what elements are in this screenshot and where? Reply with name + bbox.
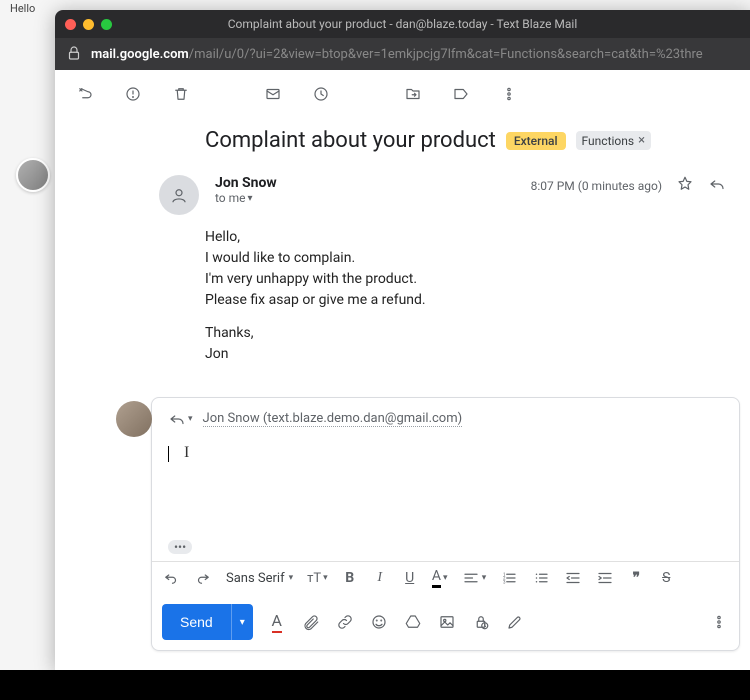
gmail-content-area: Complaint about your product External Fu… (55, 70, 750, 670)
back-icon[interactable] (75, 84, 95, 104)
delete-icon[interactable] (171, 84, 191, 104)
browser-window: Complaint about your product - dan@blaze… (55, 10, 750, 670)
reply-compose-box: ▾ Jon Snow (text.blaze.demo.dan@gmail.co… (151, 397, 740, 651)
url-text: mail.google.com/mail/u/0/?ui=2&view=btop… (91, 47, 703, 62)
category-badge[interactable]: Functions × (576, 131, 652, 150)
more-options-icon[interactable] (709, 613, 729, 631)
font-family-dropdown[interactable]: Sans Serif ▾ (226, 571, 293, 586)
body-line: I would like to complain. (205, 248, 726, 269)
send-button-label: Send (162, 614, 231, 630)
reply-header: ▾ Jon Snow (text.blaze.demo.dan@gmail.co… (152, 398, 739, 440)
font-family-label: Sans Serif (226, 571, 285, 586)
strikethrough-icon[interactable]: S (658, 570, 674, 586)
font-size-dropdown[interactable]: тТ ▾ (307, 571, 328, 586)
body-line: I'm very unhappy with the product. (205, 269, 726, 290)
numbered-list-icon[interactable]: 123 (500, 569, 518, 587)
undo-icon[interactable] (162, 569, 180, 587)
quote-icon[interactable]: ❞ (628, 570, 644, 587)
body-line: Thanks, (205, 323, 726, 344)
labels-icon[interactable] (451, 84, 471, 104)
close-window-button[interactable] (65, 19, 76, 30)
send-button[interactable]: Send ▾ (162, 604, 253, 640)
message-toolbar (55, 70, 750, 118)
body-line: Please fix asap or give me a refund. (205, 290, 726, 311)
message-timestamp: 8:07 PM (0 minutes ago) (531, 179, 662, 193)
more-menu-icon[interactable] (499, 84, 519, 104)
insert-drive-icon[interactable] (403, 613, 423, 631)
reply-user-avatar (116, 401, 152, 437)
message-actions: 8:07 PM (0 minutes ago) (531, 175, 726, 196)
trimmed-content-row: ••• (152, 536, 739, 561)
recipient-line[interactable]: to me ▾ (215, 191, 515, 205)
remove-label-icon[interactable]: × (638, 133, 645, 148)
reply-icon[interactable] (708, 175, 726, 196)
message-header: Jon Snow to me ▾ 8:07 PM (0 minutes ago) (55, 163, 750, 223)
reply-to-field[interactable]: Jon Snow (text.blaze.demo.dan@gmail.com) (203, 411, 463, 427)
reply-text-area[interactable]: I (152, 440, 739, 536)
lock-icon (65, 44, 83, 65)
underline-icon[interactable]: U (402, 570, 418, 586)
send-options-dropdown[interactable]: ▾ (231, 604, 253, 640)
insert-link-icon[interactable] (335, 613, 355, 631)
redo-icon[interactable] (194, 569, 212, 587)
ibeam-cursor-icon: I (184, 444, 189, 462)
snooze-icon[interactable] (311, 84, 331, 104)
show-trimmed-button[interactable]: ••• (168, 540, 192, 554)
category-badge-label: Functions (582, 134, 635, 148)
text-format-toggle-icon[interactable]: A (267, 611, 287, 633)
browser-url-bar[interactable]: mail.google.com/mail/u/0/?ui=2&view=btop… (55, 38, 750, 70)
subject-text: Complaint about your product (205, 128, 496, 153)
send-toolbar: Send ▾ A (152, 594, 739, 650)
sender-avatar[interactable] (159, 175, 199, 215)
formatting-toolbar: Sans Serif ▾ тТ ▾ B I U A ▾ ▾ 123 ❞ S (152, 561, 739, 594)
bold-icon[interactable]: B (342, 570, 358, 586)
body-line: Hello, (205, 227, 726, 248)
attach-file-icon[interactable] (301, 613, 321, 631)
subject-row: Complaint about your product External Fu… (55, 118, 750, 163)
sender-name: Jon Snow (215, 175, 515, 191)
recipient-text: to me (215, 191, 246, 205)
svg-text:3: 3 (503, 579, 506, 585)
mark-unread-icon[interactable] (263, 84, 283, 104)
recipient-details-chevron-icon[interactable]: ▾ (248, 193, 253, 204)
window-controls (65, 19, 112, 30)
text-caret (168, 446, 169, 462)
window-title: Complaint about your product - dan@blaze… (65, 17, 740, 31)
insert-signature-icon[interactable] (505, 613, 525, 631)
bottom-black-strip (0, 670, 750, 700)
reply-type-dropdown[interactable]: ▾ (168, 410, 193, 428)
external-badge: External (506, 132, 566, 150)
bulleted-list-icon[interactable] (532, 569, 550, 587)
spam-icon[interactable] (123, 84, 143, 104)
indent-more-icon[interactable] (596, 569, 614, 587)
indent-less-icon[interactable] (564, 569, 582, 587)
message-meta: Jon Snow to me ▾ (215, 175, 515, 205)
url-host: mail.google.com (91, 47, 189, 62)
minimize-window-button[interactable] (83, 19, 94, 30)
body-line: Jon (205, 344, 726, 365)
desktop-avatar-overlay (16, 158, 50, 192)
url-path: /mail/u/0/?ui=2&view=btop&ver=1emkjpcjg7… (189, 47, 703, 62)
star-icon[interactable] (676, 175, 694, 196)
maximize-window-button[interactable] (101, 19, 112, 30)
text-color-icon[interactable]: A ▾ (432, 568, 448, 588)
insert-emoji-icon[interactable] (369, 613, 389, 631)
move-to-icon[interactable] (403, 84, 423, 104)
window-titlebar: Complaint about your product - dan@blaze… (55, 10, 750, 38)
align-icon[interactable]: ▾ (462, 569, 487, 587)
message-body: Hello, I would like to complain. I'm ver… (55, 223, 750, 385)
confidential-mode-icon[interactable] (471, 613, 491, 631)
italic-icon[interactable]: I (372, 570, 388, 586)
insert-photo-icon[interactable] (437, 613, 457, 631)
